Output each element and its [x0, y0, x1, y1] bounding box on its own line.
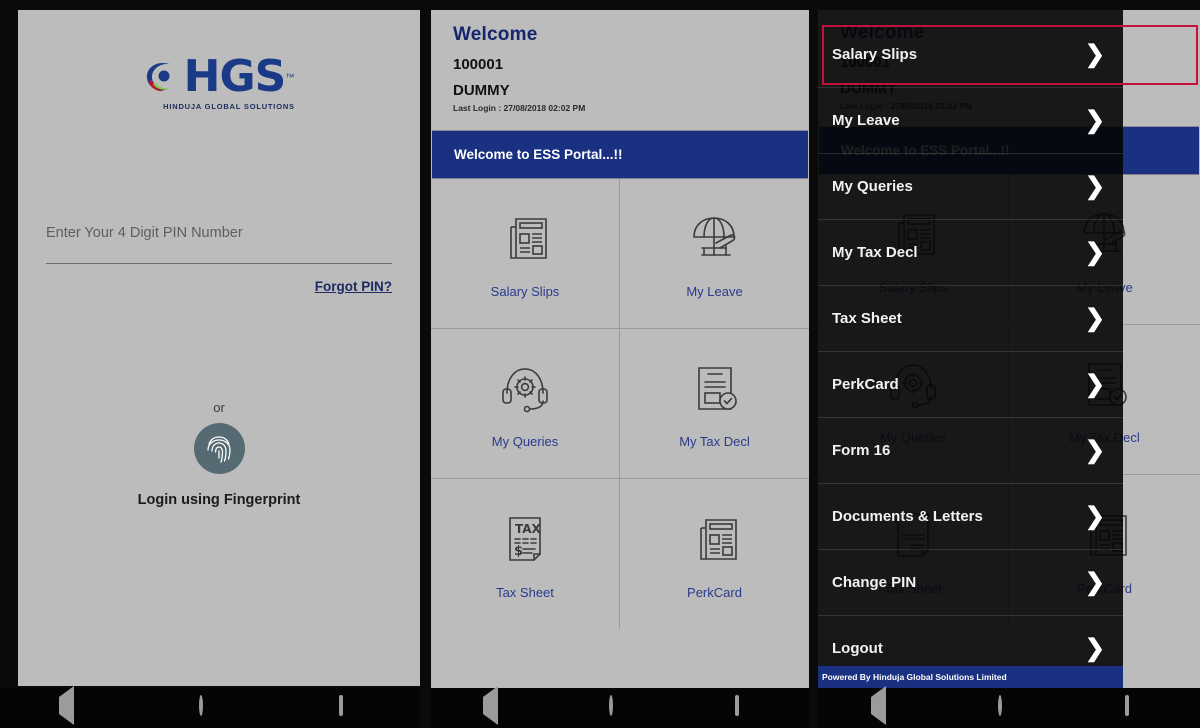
navigation-drawer: Salary Slips ❯ My Leave ❯ My Queries ❯ M… [818, 10, 1198, 688]
drawer-item-change-pin[interactable]: Change PIN ❯ [818, 550, 1123, 616]
chevron-right-icon: ❯ [1084, 370, 1105, 398]
drawer-item-salary-slips[interactable]: Salary Slips ❯ [818, 22, 1198, 88]
tile-label: PerkCard [687, 584, 742, 600]
drawer-item-label: Logout [832, 640, 883, 657]
hgs-swirl-icon [144, 57, 182, 97]
android-navbar [0, 686, 420, 728]
dashboard-tile-grid: Salary Slips My Leave My Queries My Tax … [431, 179, 809, 629]
chevron-right-icon: ❯ [1084, 172, 1105, 200]
tile-label: My Tax Decl [679, 434, 750, 449]
drawer-item-label: Form 16 [832, 442, 891, 459]
tile-label: Tax Sheet [496, 584, 554, 600]
drawer-item-my-leave[interactable]: My Leave ❯ [818, 88, 1123, 154]
fingerprint-button[interactable] [193, 423, 245, 474]
tile-salary-slips[interactable]: Salary Slips [431, 179, 620, 329]
drawer-footer-text: Powered By Hinduja Global Solutions Limi… [822, 672, 1007, 682]
hgs-wordmark: HGS [183, 51, 287, 102]
drawer-item-form-16[interactable]: Form 16 ❯ [818, 418, 1123, 484]
chevron-right-icon: ❯ [1084, 106, 1105, 134]
tile-perkcard[interactable]: PerkCard [620, 479, 809, 629]
tile-label: My Leave [686, 284, 743, 299]
android-navbar [818, 686, 1200, 728]
chevron-right-icon: ❯ [1084, 40, 1105, 68]
chevron-right-icon: ❯ [1084, 634, 1105, 662]
fingerprint-icon [204, 433, 234, 465]
fingerprint-caption: Login using Fingerprint [137, 492, 301, 508]
back-triangle-icon[interactable] [870, 686, 893, 725]
beach-umbrella-icon [686, 208, 744, 270]
pin-input-underline [46, 263, 392, 264]
employee-name: DUMMY [453, 82, 510, 99]
login-phone-panel: HGS ™ HINDUJA GLOBAL SOLUTIONS Enter You… [0, 0, 420, 728]
chevron-right-icon: ❯ [1084, 436, 1105, 464]
svg-text:TAX: TAX [515, 522, 542, 536]
tile-label: Salary Slips [490, 284, 560, 299]
home-circle-icon[interactable] [199, 695, 221, 719]
forgot-pin-link[interactable]: Forgot PIN? [315, 279, 392, 294]
back-triangle-icon[interactable] [59, 686, 81, 725]
document-check-icon [690, 358, 740, 420]
tile-my-queries[interactable]: My Queries [431, 329, 620, 479]
dashboard-header: Welcome 100001 DUMMY Last Login : 27/08/… [431, 10, 809, 121]
drawer-item-label: Salary Slips [832, 46, 918, 63]
last-login-text: Last Login : 27/08/2018 02:02 PM [453, 103, 586, 113]
drawer-item-my-tax-decl[interactable]: My Tax Decl ❯ [818, 220, 1123, 286]
drawer-item-label: Tax Sheet [832, 310, 902, 327]
recents-square-icon[interactable] [735, 695, 757, 719]
drawer-item-list: Salary Slips ❯ My Leave ❯ My Queries ❯ M… [818, 22, 1198, 682]
recents-square-icon[interactable] [339, 695, 361, 719]
recents-square-icon[interactable] [1125, 695, 1147, 719]
login-screen: HGS ™ HINDUJA GLOBAL SOLUTIONS Enter You… [18, 10, 420, 686]
drawer-item-documents-letters[interactable]: Documents & Letters ❯ [818, 484, 1123, 550]
pin-entry-block: Enter Your 4 Digit PIN Number Forgot PIN… [46, 225, 392, 296]
drawer-screen: Welcome 100001 DUMMY Last Login : 27/08/… [818, 10, 1200, 688]
employee-id: 100001 [453, 56, 504, 73]
home-circle-icon[interactable] [609, 695, 631, 719]
portal-banner-text: Welcome to ESS Portal...!! [454, 147, 623, 162]
headset-gear-icon [497, 358, 553, 420]
drawer-item-tax-sheet[interactable]: Tax Sheet ❯ [818, 286, 1123, 352]
drawer-item-label: My Leave [832, 112, 900, 129]
pin-input[interactable]: Enter Your 4 Digit PIN Number [46, 225, 392, 263]
svg-text:$: $ [514, 544, 523, 559]
welcome-title: Welcome [453, 24, 538, 45]
tile-tax-sheet[interactable]: TAX $ Tax Sheet [431, 479, 620, 629]
hgs-logo: HGS ™ HINDUJA GLOBAL SOLUTIONS [18, 55, 420, 111]
hgs-tagline: HINDUJA GLOBAL SOLUTIONS [163, 102, 295, 111]
tile-my-tax-decl[interactable]: My Tax Decl [620, 329, 809, 479]
android-navbar [431, 686, 809, 728]
tax-document-icon: TAX $ [502, 509, 548, 571]
drawer-item-label: My Queries [832, 178, 913, 195]
trademark-symbol: ™ [285, 72, 295, 82]
dashboard-phone-panel: Welcome 100001 DUMMY Last Login : 27/08/… [431, 0, 809, 728]
drawer-item-label: Change PIN [832, 574, 917, 591]
back-triangle-icon[interactable] [483, 686, 505, 725]
dashboard-screen: Welcome 100001 DUMMY Last Login : 27/08/… [431, 10, 809, 688]
drawer-item-label: Documents & Letters [832, 508, 983, 525]
screenshot-stage: HGS ™ HINDUJA GLOBAL SOLUTIONS Enter You… [0, 0, 1200, 728]
chevron-right-icon: ❯ [1084, 502, 1105, 530]
newspaper-icon [498, 208, 552, 270]
drawer-phone-panel: Welcome 100001 DUMMY Last Login : 27/08/… [818, 0, 1200, 728]
or-divider-label: or [213, 400, 225, 415]
portal-banner: Welcome to ESS Portal...!! [432, 130, 808, 179]
drawer-item-my-queries[interactable]: My Queries ❯ [818, 154, 1123, 220]
tile-my-leave[interactable]: My Leave [620, 179, 809, 329]
drawer-footer: Powered By Hinduja Global Solutions Limi… [818, 666, 1123, 688]
chevron-right-icon: ❯ [1084, 304, 1105, 332]
newspaper-icon [688, 509, 742, 571]
chevron-right-icon: ❯ [1084, 238, 1105, 266]
chevron-right-icon: ❯ [1084, 568, 1105, 596]
drawer-item-perkcard[interactable]: PerkCard ❯ [818, 352, 1123, 418]
tile-label: My Queries [491, 434, 559, 449]
drawer-item-label: PerkCard [832, 376, 899, 393]
drawer-item-label: My Tax Decl [832, 244, 918, 261]
home-circle-icon[interactable] [997, 695, 1020, 719]
